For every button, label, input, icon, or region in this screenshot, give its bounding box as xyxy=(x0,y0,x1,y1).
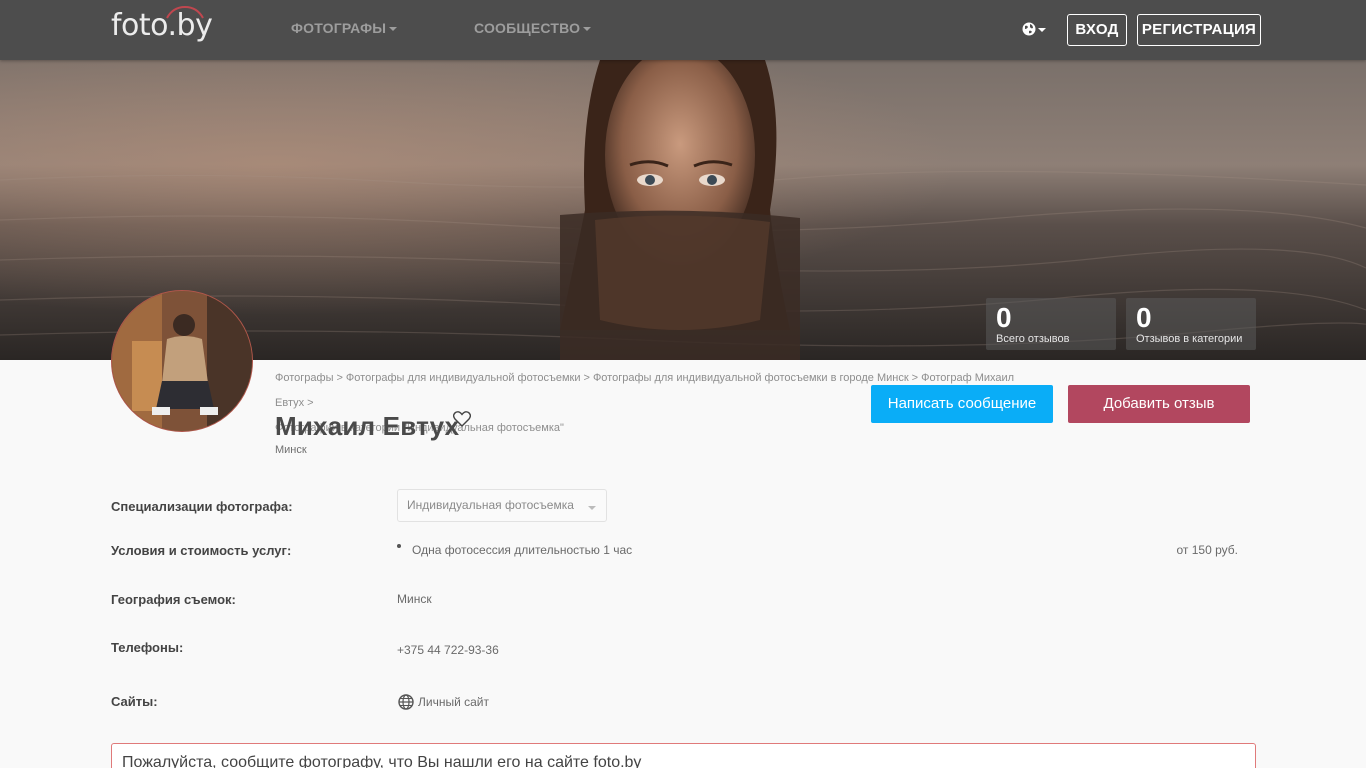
sites-label: Сайты: xyxy=(111,694,158,709)
stat-value: 0 xyxy=(1136,302,1152,333)
breadcrumb-photographers[interactable]: Фотографы xyxy=(275,372,333,384)
logo-camera-icon xyxy=(166,5,204,19)
category-reviews-stat: 0 Отзывов в категории xyxy=(1126,298,1256,350)
nav-community[interactable]: СООБЩЕСТВО xyxy=(474,20,592,36)
specialization-select[interactable]: Индивидуальная фотосъемка xyxy=(397,489,607,522)
specializations-label: Специализации фотографа: xyxy=(111,499,293,514)
send-message-button[interactable]: Написать сообщение xyxy=(871,385,1053,423)
chevron-down-icon xyxy=(389,27,398,31)
avatar-photo xyxy=(112,291,252,431)
language-switcher[interactable] xyxy=(1022,21,1048,39)
notice-text: Пожалуйста, сообщите фотографу, что Вы н… xyxy=(122,754,642,768)
phones-label: Телефоны: xyxy=(111,640,184,655)
nav-photographers[interactable]: ФОТОГРАФЫ xyxy=(291,20,398,36)
geography-label: География съемок: xyxy=(111,592,236,607)
login-button[interactable]: ВХОД xyxy=(1067,14,1127,46)
stat-label: Всего отзывов xyxy=(996,333,1070,345)
heart-icon[interactable] xyxy=(453,411,471,427)
breadcrumb-individual[interactable]: Фотографы для индивидуальной фотосъемки xyxy=(346,372,581,384)
geography-value: Минск xyxy=(397,592,432,606)
stat-value: 0 xyxy=(996,302,1012,333)
photographer-name: Михаил Евтух xyxy=(275,411,460,441)
photographer-avatar[interactable] xyxy=(111,290,253,432)
stat-label: Отзывов в категории xyxy=(1136,333,1243,345)
list-bullet xyxy=(397,544,401,548)
globe-icon xyxy=(398,694,414,710)
conditions-label: Условия и стоимость услуг: xyxy=(111,543,292,558)
phone-value[interactable]: +375 44 722-93-36 xyxy=(397,643,499,657)
service-price: от 150 руб. xyxy=(1176,543,1238,557)
found-on-site-notice: Пожалуйста, сообщите фотографу, что Вы н… xyxy=(111,743,1256,768)
total-reviews-stat: 0 Всего отзывов xyxy=(986,298,1116,350)
chevron-down-icon xyxy=(588,506,596,510)
top-navbar: foto.by ФОТОГРАФЫ СООБЩЕСТВО ВХОД РЕГИСТ… xyxy=(0,0,1366,60)
personal-site-link[interactable]: Личный сайт xyxy=(398,694,489,710)
add-review-button[interactable]: Добавить отзыв xyxy=(1068,385,1250,423)
chevron-down-icon xyxy=(1038,28,1046,32)
globe-icon xyxy=(1022,22,1036,36)
photographer-city: Минск xyxy=(275,444,307,456)
register-button[interactable]: РЕГИСТРАЦИЯ xyxy=(1137,14,1261,46)
site-logo[interactable]: foto.by xyxy=(111,5,241,48)
chevron-down-icon xyxy=(583,27,592,31)
breadcrumb-individual-minsk[interactable]: Фотографы для индивидуальной фотосъемки … xyxy=(593,372,909,384)
service-name: Одна фотосессия длительностью 1 час xyxy=(412,543,633,557)
